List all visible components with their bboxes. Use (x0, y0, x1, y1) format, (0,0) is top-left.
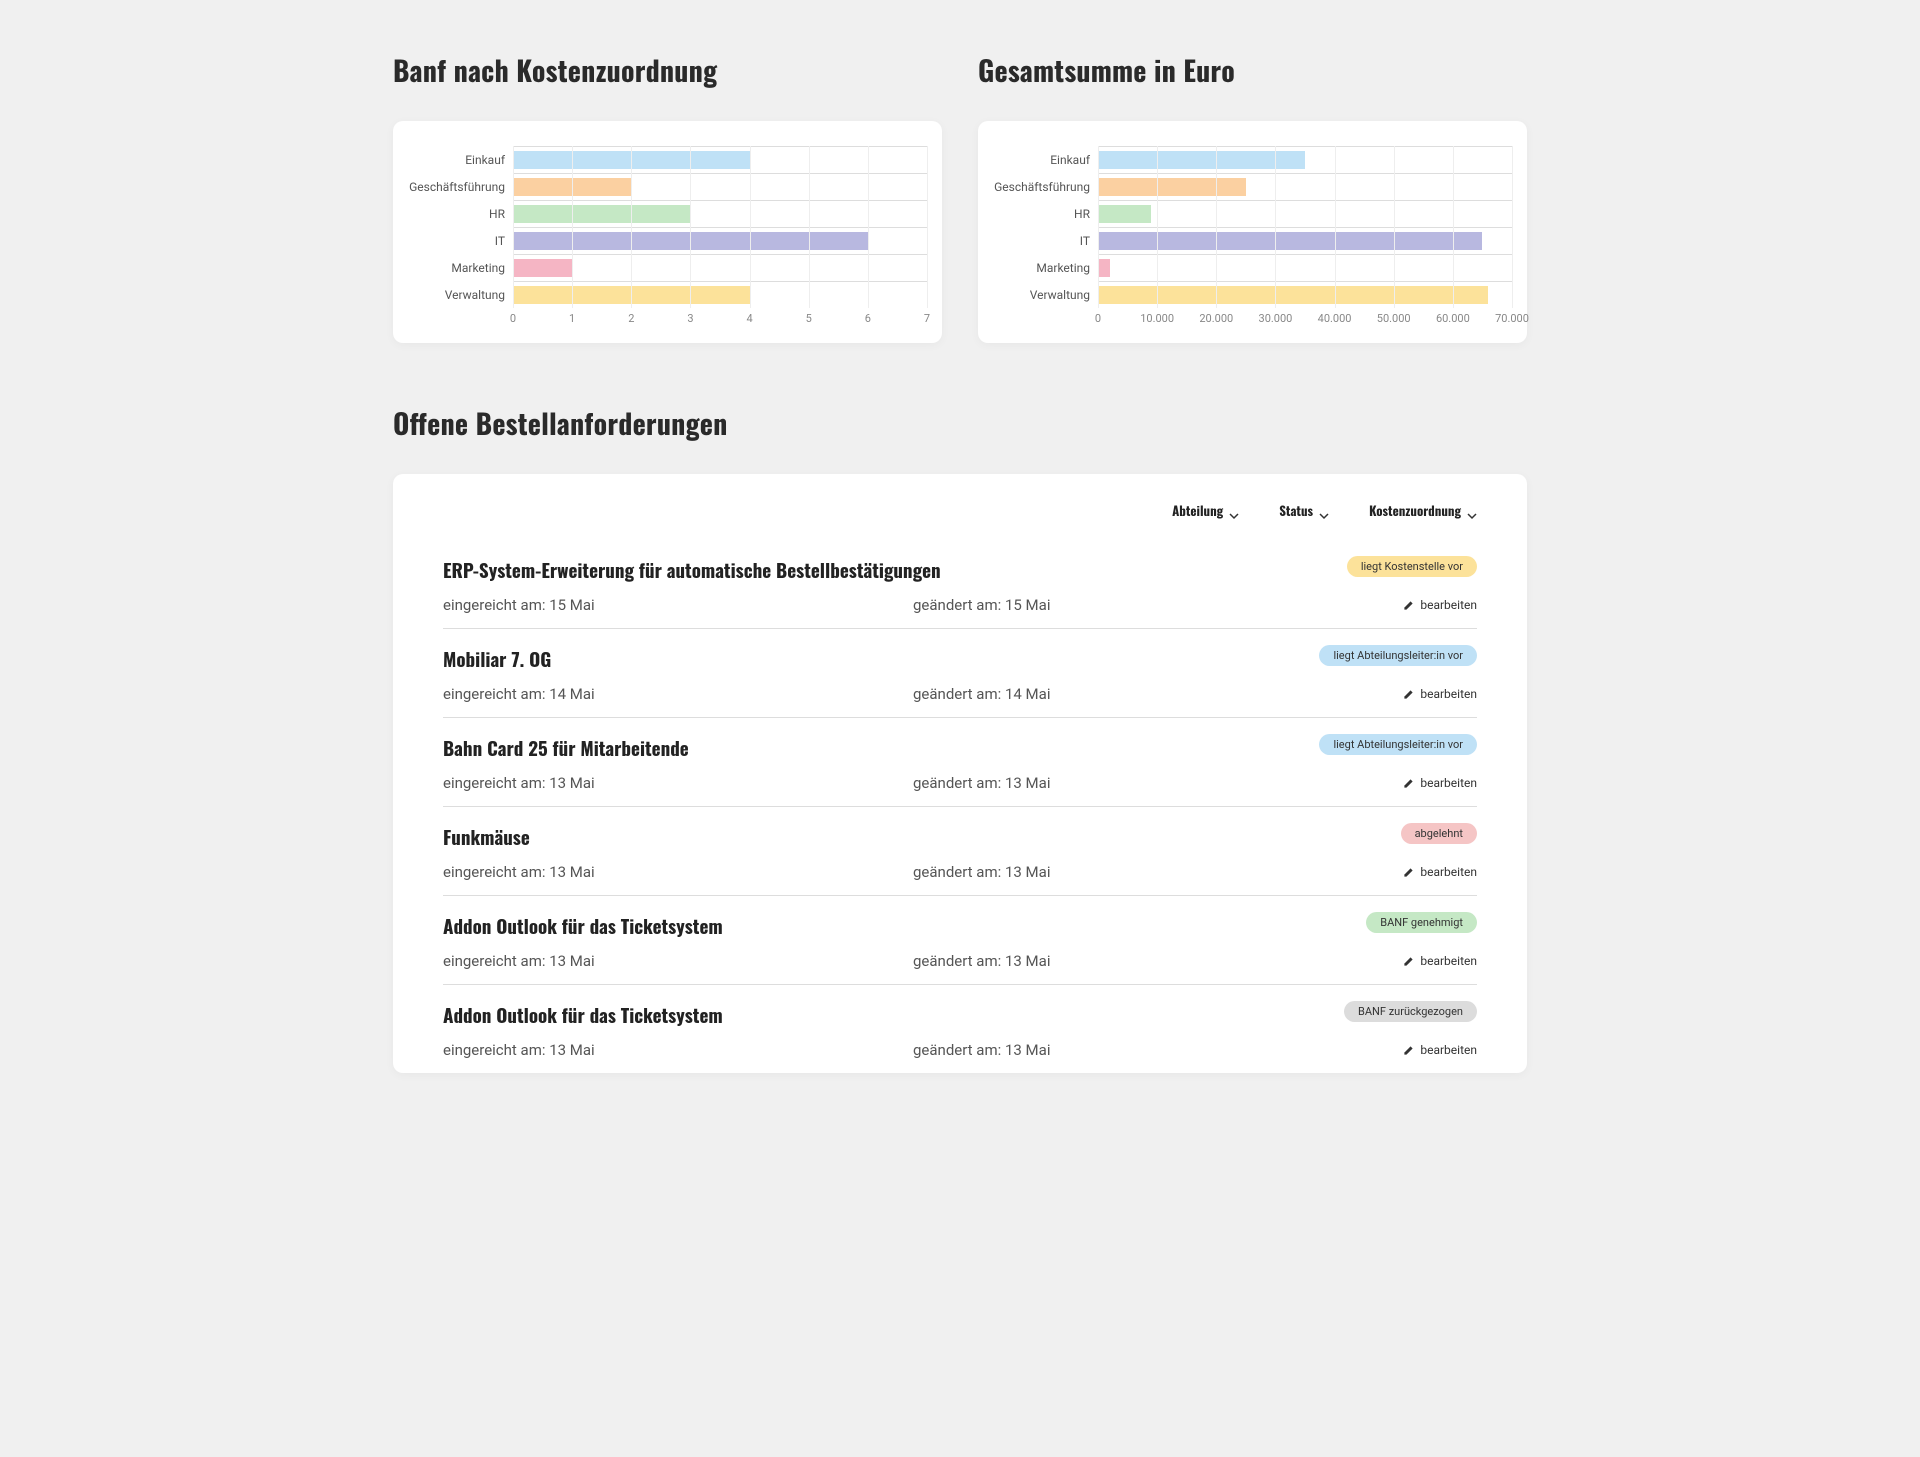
status-badge: BANF zurückgezogen (1344, 1001, 1477, 1022)
chart-category-label: Verwaltung (408, 288, 513, 302)
chart-title-right: Gesamtsumme in Euro (978, 50, 1527, 91)
chart-bar (513, 232, 868, 250)
order-title: Addon Outlook für das Ticketsystem (443, 912, 723, 940)
filter-status[interactable]: Status (1279, 500, 1329, 520)
chart-category-label: HR (993, 207, 1098, 221)
chart-bar (1098, 286, 1488, 304)
edit-button[interactable]: bearbeiten (1403, 954, 1477, 968)
chevron-down-icon (1319, 505, 1329, 515)
chart-bar (513, 151, 750, 169)
chart-category-label: Einkauf (408, 153, 513, 167)
chevron-down-icon (1229, 505, 1239, 515)
order-changed: geändert am: 13 Mai (913, 774, 1403, 792)
order-item: ERP-System-Erweiterung für automatische … (443, 540, 1477, 629)
order-item: Addon Outlook für das Ticketsystem BANF g… (443, 896, 1477, 985)
chart-bar (513, 286, 750, 304)
order-title: Mobiliar 7. OG (443, 645, 551, 673)
order-submitted: eingereicht am: 13 Mai (443, 863, 913, 881)
order-submitted: eingereicht am: 14 Mai (443, 685, 913, 703)
edit-button[interactable]: bearbeiten (1403, 1043, 1477, 1057)
chart-tick: 2 (628, 312, 634, 325)
chart-tick: 10.000 (1140, 312, 1174, 325)
chart-tick: 6 (865, 312, 871, 325)
filter-department[interactable]: Abteilung (1172, 500, 1239, 520)
chart-tick: 40.000 (1318, 312, 1352, 325)
pencil-icon (1403, 867, 1414, 878)
chart-category-label: Einkauf (993, 153, 1098, 167)
order-item: Mobiliar 7. OG liegt Abteilungsleiter:in … (443, 629, 1477, 718)
chart-category-label: HR (408, 207, 513, 221)
chart-card-right: Einkauf Geschäftsführung HR IT Marketing Verw… (978, 121, 1527, 343)
chart-tick: 50.000 (1377, 312, 1411, 325)
status-badge: abgelehnt (1401, 823, 1477, 844)
order-submitted: eingereicht am: 13 Mai (443, 774, 913, 792)
pencil-icon (1403, 600, 1414, 611)
order-title: Bahn Card 25 für Mitarbeitende (443, 734, 689, 762)
chart-bar (1098, 259, 1110, 277)
chart-tick: 0 (1095, 312, 1101, 325)
chart-tick: 20.000 (1199, 312, 1233, 325)
chart-bar (1098, 178, 1246, 196)
pencil-icon (1403, 1045, 1414, 1056)
chart-tick: 70.000 (1495, 312, 1529, 325)
edit-button[interactable]: bearbeiten (1403, 598, 1477, 612)
order-item: Bahn Card 25 für Mitarbeitende liegt Abte… (443, 718, 1477, 807)
chart-bar (1098, 151, 1305, 169)
order-submitted: eingereicht am: 13 Mai (443, 952, 913, 970)
chart-category-label: Marketing (993, 261, 1098, 275)
chart-bar (1098, 205, 1151, 223)
chart-tick: 60.000 (1436, 312, 1470, 325)
order-changed: geändert am: 13 Mai (913, 952, 1403, 970)
chevron-down-icon (1467, 505, 1477, 515)
chart-right: Einkauf Geschäftsführung HR IT Marketing Verw… (993, 146, 1512, 328)
edit-button[interactable]: bearbeiten (1403, 865, 1477, 879)
chart-left: Einkauf Geschäftsführung HR IT Marketing Verw… (408, 146, 927, 328)
orders-list: ERP-System-Erweiterung für automatische … (443, 540, 1477, 1073)
pencil-icon (1403, 956, 1414, 967)
chart-tick: 5 (806, 312, 812, 325)
status-badge: BANF genehmigt (1366, 912, 1477, 933)
chart-category-label: Marketing (408, 261, 513, 275)
filters-row: Abteilung Status Kostenzuordnung (443, 494, 1477, 540)
order-title: Funkmäuse (443, 823, 530, 851)
chart-tick: 3 (687, 312, 693, 325)
order-title: Addon Outlook für das Ticketsystem (443, 1001, 723, 1029)
chart-tick: 7 (924, 312, 930, 325)
edit-button[interactable]: bearbeiten (1403, 776, 1477, 790)
order-item: Addon Outlook für das Ticketsystem BANF z… (443, 985, 1477, 1073)
status-badge: liegt Abteilungsleiter:in vor (1319, 734, 1477, 755)
chart-tick: 1 (569, 312, 575, 325)
status-badge: liegt Abteilungsleiter:in vor (1319, 645, 1477, 666)
orders-title: Offene Bestellanforderungen (393, 403, 1527, 444)
chart-category-label: Geschäftsführung (993, 180, 1098, 194)
chart-title-left: Banf nach Kostenzuordnung (393, 50, 942, 91)
order-title: ERP-System-Erweiterung für automatische … (443, 556, 941, 584)
status-badge: liegt Kostenstelle vor (1347, 556, 1477, 577)
pencil-icon (1403, 689, 1414, 700)
order-changed: geändert am: 13 Mai (913, 1041, 1403, 1059)
order-changed: geändert am: 13 Mai (913, 863, 1403, 881)
chart-category-label: IT (408, 234, 513, 248)
chart-bar (513, 205, 690, 223)
chart-tick: 0 (510, 312, 516, 325)
chart-card-left: Einkauf Geschäftsführung HR IT Marketing Verw… (393, 121, 942, 343)
order-item: Funkmäuse abgelehnt eingereicht am: 13 Mai… (443, 807, 1477, 896)
orders-card: Abteilung Status Kostenzuordnung ERP-Sys… (393, 474, 1527, 1073)
chart-category-label: Verwaltung (993, 288, 1098, 302)
order-changed: geändert am: 15 Mai (913, 596, 1403, 614)
chart-bar (1098, 232, 1482, 250)
chart-category-label: IT (993, 234, 1098, 248)
chart-tick: 30.000 (1259, 312, 1293, 325)
chart-category-label: Geschäftsführung (408, 180, 513, 194)
order-submitted: eingereicht am: 15 Mai (443, 596, 913, 614)
chart-tick: 4 (746, 312, 752, 325)
edit-button[interactable]: bearbeiten (1403, 687, 1477, 701)
chart-bar (513, 259, 572, 277)
order-submitted: eingereicht am: 13 Mai (443, 1041, 913, 1059)
pencil-icon (1403, 778, 1414, 789)
order-changed: geändert am: 14 Mai (913, 685, 1403, 703)
filter-cost[interactable]: Kostenzuordnung (1369, 500, 1477, 520)
chart-bar (513, 178, 631, 196)
